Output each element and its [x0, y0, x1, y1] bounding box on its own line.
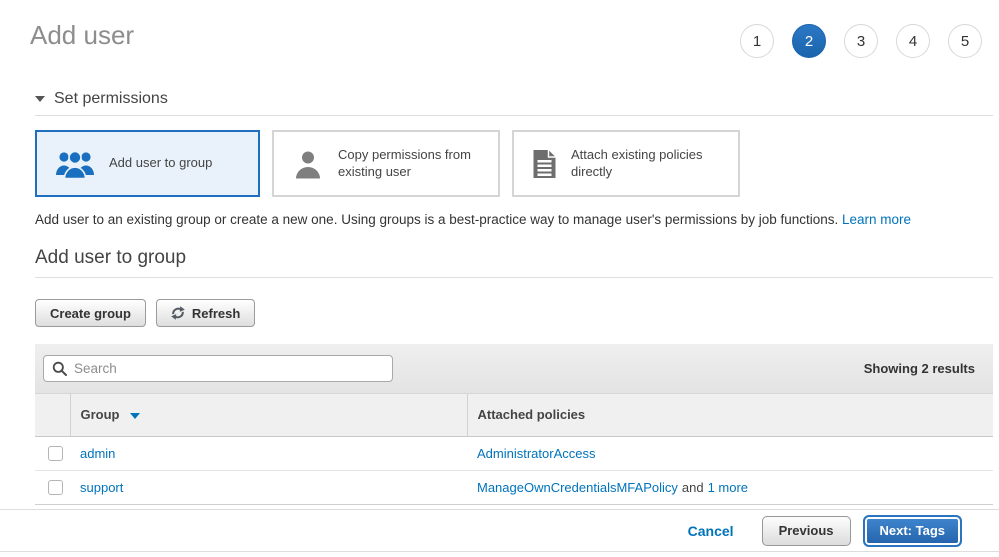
policy-link[interactable]: ManageOwnCredentialsMFAPolicy [477, 480, 678, 495]
add-user-wizard: Add user 1 2 3 4 5 Set permissions [0, 0, 999, 505]
groups-table: Group Attached policies [35, 394, 993, 505]
next-tags-button[interactable]: Next: Tags [863, 515, 963, 547]
results-count: Showing 2 results [864, 361, 975, 376]
set-permissions-section-toggle[interactable]: Set permissions [35, 90, 993, 108]
step-1[interactable]: 1 [740, 24, 774, 58]
permissions-description: Add user to an existing group or create … [35, 212, 993, 227]
row-checkbox-admin[interactable] [48, 446, 63, 461]
group-section-title: Add user to group [35, 247, 993, 269]
step-3[interactable]: 3 [844, 24, 878, 58]
collapse-caret-icon [35, 96, 45, 102]
table-row-admin: admin AdministratorAccess [35, 436, 993, 470]
checkbox-cell [35, 470, 70, 504]
step-4[interactable]: 4 [896, 24, 930, 58]
row-checkbox-support[interactable] [48, 480, 63, 495]
group-link[interactable]: support [80, 480, 123, 495]
sort-caret-down-icon [130, 413, 140, 419]
option-label: Add user to group [109, 155, 212, 171]
step-2-active[interactable]: 2 [792, 24, 826, 58]
search-input[interactable] [43, 355, 393, 382]
refresh-label: Refresh [192, 306, 240, 321]
section-title: Set permissions [54, 90, 168, 108]
wizard-footer: Cancel Previous Next: Tags [0, 509, 999, 552]
permission-option-cards: Add user to group Copy permissions from … [35, 130, 993, 197]
search-icon [52, 361, 67, 376]
table-actions: Create group Refresh [35, 299, 993, 327]
policies-header-label: Attached policies [478, 407, 586, 422]
previous-button[interactable]: Previous [762, 516, 851, 546]
policies-cell: ManageOwnCredentialsMFAPolicy and 1 more [467, 470, 993, 504]
step-indicator: 1 2 3 4 5 [740, 24, 982, 58]
document-icon [532, 149, 557, 179]
policies-column-header: Attached policies [467, 394, 993, 436]
option-copy-permissions[interactable]: Copy permissions from existing user [272, 130, 500, 197]
option-label: Attach existing policies directly [571, 147, 726, 180]
policy-joiner: and [682, 480, 704, 495]
wizard-header: Add user 1 2 3 4 5 [0, 0, 999, 50]
group-link[interactable]: admin [80, 446, 115, 461]
policies-cell: AdministratorAccess [467, 436, 993, 470]
table-header-row: Group Attached policies [35, 394, 993, 436]
option-attach-policies[interactable]: Attach existing policies directly [512, 130, 740, 197]
refresh-button[interactable]: Refresh [156, 299, 255, 327]
search-box [43, 355, 393, 382]
checkbox-column-header [35, 394, 70, 436]
option-add-user-to-group[interactable]: Add user to group [35, 130, 260, 197]
table-toolbar: Showing 2 results [35, 344, 993, 394]
learn-more-link[interactable]: Learn more [842, 212, 911, 227]
groups-table-panel: Showing 2 results Group Attached policie… [35, 344, 993, 505]
user-group-icon [55, 149, 95, 179]
wizard-content: Set permissions [35, 90, 993, 505]
group-column-header[interactable]: Group [70, 394, 467, 436]
policy-more-link[interactable]: 1 more [708, 480, 748, 495]
group-cell: admin [70, 436, 467, 470]
policy-link[interactable]: AdministratorAccess [477, 446, 595, 461]
group-header-label: Group [81, 407, 120, 422]
description-text: Add user to an existing group or create … [35, 212, 838, 227]
user-icon [292, 149, 324, 179]
option-label: Copy permissions from existing user [338, 147, 486, 180]
group-cell: support [70, 470, 467, 504]
create-group-button[interactable]: Create group [35, 299, 146, 327]
divider [35, 115, 993, 116]
cancel-button[interactable]: Cancel [688, 523, 734, 539]
divider [35, 277, 993, 278]
step-5[interactable]: 5 [948, 24, 982, 58]
table-row-support: support ManageOwnCredentialsMFAPolicy and… [35, 470, 993, 504]
checkbox-cell [35, 436, 70, 470]
refresh-icon [171, 306, 185, 320]
